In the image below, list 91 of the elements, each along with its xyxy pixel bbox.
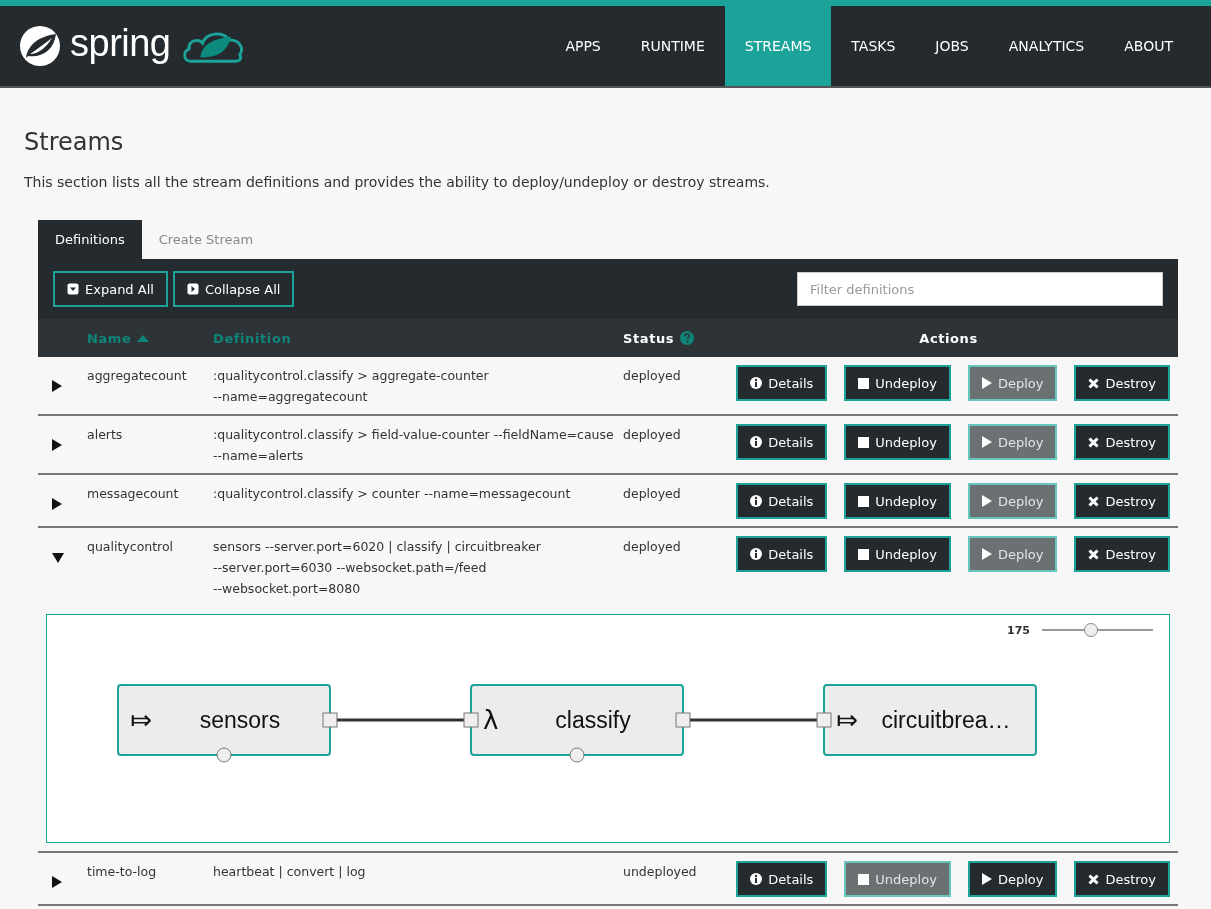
stop-icon xyxy=(858,873,870,885)
details-button[interactable]: Details xyxy=(736,365,828,401)
stream-node[interactable] xyxy=(117,684,338,763)
stream-name: messagecount xyxy=(86,485,180,503)
collapse-all-button[interactable]: Collapse All xyxy=(172,271,295,307)
caret-right-square-icon xyxy=(186,283,199,295)
stream-status: deployed xyxy=(622,426,682,444)
stream-name: alerts xyxy=(86,426,124,444)
stream-status: deployed xyxy=(622,367,682,385)
tap-port[interactable] xyxy=(216,747,232,763)
expand-caret-icon[interactable] xyxy=(52,439,62,451)
stream-definition: sensors --server.port=6020 | classify | circuitbreaker --server.port=6030 --websocket.path=/feed --websocket.port=8080 xyxy=(212,538,542,598)
stream-name: qualitycontrol xyxy=(86,538,175,556)
filter-field[interactable]: Filter definitions xyxy=(797,272,1163,306)
stream-status: undeployed xyxy=(622,863,698,881)
column-header: Status xyxy=(623,330,675,346)
info-icon xyxy=(750,377,763,389)
stream-definition: :qualitycontrol.classify > aggregate-counter --name=aggregatecount xyxy=(212,367,490,406)
page-description: This section lists all the stream definitions and provides the ability to deploy/undeploy or destroy streams. xyxy=(24,174,771,190)
node-label: sensors xyxy=(199,707,281,733)
output-port[interactable] xyxy=(322,712,338,728)
node-label: circuitbrea… xyxy=(881,707,1011,733)
destroy-button[interactable]: Destroy xyxy=(1074,536,1170,572)
details-button[interactable]: Details xyxy=(736,536,828,572)
stop-icon xyxy=(858,548,870,560)
undeploy-button[interactable]: Undeploy xyxy=(844,536,951,572)
details-button[interactable]: Details xyxy=(736,861,828,897)
stream-status: deployed xyxy=(622,485,682,503)
stop-icon xyxy=(858,495,870,507)
nav-tab[interactable]: TASKS xyxy=(831,6,916,86)
nav-tab[interactable]: ANALYTICS xyxy=(988,6,1105,86)
stream-definition: heartbeat | convert | log xyxy=(212,863,367,881)
stream-name: time-to-log xyxy=(86,863,158,881)
close-icon xyxy=(1088,548,1100,560)
stream-status: deployed xyxy=(622,538,682,556)
node-type-symbol: ⤇ xyxy=(836,705,858,735)
play-icon xyxy=(981,873,992,885)
stream-node[interactable] xyxy=(463,684,691,763)
play-icon xyxy=(981,548,992,560)
undeploy-button[interactable]: Undeploy xyxy=(844,365,951,401)
destroy-button[interactable]: Destroy xyxy=(1074,861,1170,897)
info-icon xyxy=(750,436,763,448)
info-icon xyxy=(750,548,763,560)
deploy-button[interactable]: Deploy xyxy=(967,861,1058,897)
zoom-value: 175 xyxy=(1007,623,1030,637)
nav-tab[interactable]: APPS xyxy=(545,6,621,86)
column-header: Actions xyxy=(919,330,978,346)
info-icon xyxy=(750,495,763,507)
undeploy-button[interactable]: Undeploy xyxy=(844,483,951,519)
input-port[interactable] xyxy=(816,712,832,728)
expand-caret-icon[interactable] xyxy=(52,380,62,392)
stop-icon xyxy=(858,436,870,448)
caret-down-square-icon xyxy=(67,283,79,295)
output-port[interactable] xyxy=(675,712,691,728)
node-type-symbol: λ xyxy=(483,705,499,735)
collapse-caret-icon[interactable] xyxy=(52,553,64,563)
destroy-button[interactable]: Destroy xyxy=(1074,483,1170,519)
nav-tab[interactable]: ABOUT xyxy=(1104,6,1193,86)
destroy-button[interactable]: Destroy xyxy=(1074,365,1170,401)
stream-node[interactable] xyxy=(816,684,1037,756)
details-button[interactable]: Details xyxy=(736,483,828,519)
play-icon xyxy=(981,495,992,507)
nav-tab[interactable]: RUNTIME xyxy=(620,6,725,86)
close-icon xyxy=(1088,436,1100,448)
play-icon xyxy=(981,377,992,389)
leaf-logo-icon xyxy=(18,24,62,68)
input-port[interactable] xyxy=(463,712,479,728)
stream-definition: :qualitycontrol.classify > counter --name=messagecount xyxy=(212,485,572,503)
stop-icon xyxy=(858,377,870,389)
expand-all-button[interactable]: Expand All xyxy=(53,271,168,307)
nav-tab[interactable]: JOBS xyxy=(915,6,989,86)
close-icon xyxy=(1088,873,1100,885)
destroy-button[interactable]: Destroy xyxy=(1074,424,1170,460)
node-type-symbol: ⤇ xyxy=(130,705,152,735)
close-icon xyxy=(1088,495,1100,507)
info-icon xyxy=(750,873,763,885)
close-icon xyxy=(1088,377,1100,389)
slider-thumb[interactable] xyxy=(1083,623,1098,637)
expand-caret-icon[interactable] xyxy=(52,876,62,888)
page-title: Streams xyxy=(24,128,125,156)
stream-name: aggregatecount xyxy=(86,367,188,385)
play-icon xyxy=(981,436,992,448)
brand-name: spring xyxy=(70,21,171,66)
help-icon[interactable] xyxy=(680,331,695,345)
expand-caret-icon[interactable] xyxy=(52,498,62,510)
details-button[interactable]: Details xyxy=(736,424,828,460)
tap-port[interactable] xyxy=(569,747,585,763)
tab[interactable]: Definitions xyxy=(38,220,142,259)
stream-definition: :qualitycontrol.classify > field-value-counter --fieldName=cause --name=alerts xyxy=(212,426,615,465)
node-label: classify xyxy=(555,707,631,733)
undeploy-button[interactable]: Undeploy xyxy=(844,424,951,460)
